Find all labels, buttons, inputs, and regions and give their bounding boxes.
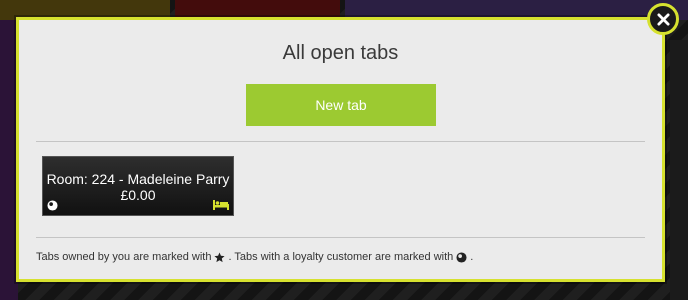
legend-text: . Tabs with a loyalty customer are marke… bbox=[228, 251, 454, 263]
legend-text: . bbox=[470, 251, 474, 263]
all-open-tabs-dialog: All open tabs New tab Room: 224 - Madele… bbox=[16, 17, 665, 282]
close-icon bbox=[656, 12, 670, 26]
divider bbox=[36, 141, 645, 142]
tab-card[interactable]: Room: 224 - Madeleine Parry £0.00 bbox=[42, 156, 234, 216]
legend-note: Tabs owned by you are marked with . Tabs… bbox=[36, 251, 473, 263]
bed-icon bbox=[213, 200, 229, 210]
divider bbox=[36, 237, 645, 238]
star-icon bbox=[214, 251, 226, 262]
loyalty-icon bbox=[47, 200, 58, 211]
tab-name: Room: 224 - Madeleine Parry bbox=[46, 171, 230, 187]
loyalty-icon bbox=[456, 251, 467, 263]
dialog-title: All open tabs bbox=[282, 42, 399, 64]
new-tab-button[interactable]: New tab bbox=[246, 84, 436, 126]
close-button[interactable] bbox=[647, 3, 679, 35]
legend-text: Tabs owned by you are marked with bbox=[36, 251, 212, 263]
tab-amount: £0.00 bbox=[120, 187, 156, 203]
